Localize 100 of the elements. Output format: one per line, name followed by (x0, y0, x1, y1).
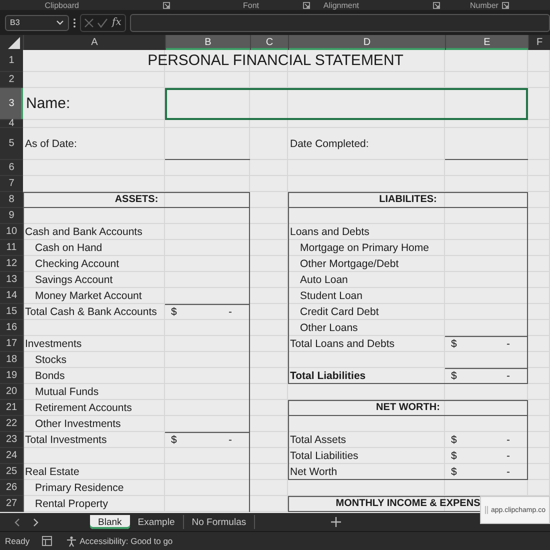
amount-value: - (228, 434, 232, 446)
row-header[interactable]: 3 (0, 88, 23, 120)
row-header[interactable]: 24 (0, 448, 23, 464)
currency-sign: $ (171, 306, 177, 318)
dialog-launcher-icon[interactable] (303, 2, 310, 9)
cell-text: Other Investments (34, 416, 122, 432)
input-cell[interactable] (165, 88, 528, 120)
cell-text: Cash on Hand (34, 240, 104, 256)
cell-text: Student Loan (299, 288, 364, 304)
amount-value: - (506, 450, 510, 462)
row-header[interactable]: 14 (0, 288, 23, 304)
section-header: MONTHLY INCOME & EXPENS (336, 498, 480, 510)
row-header[interactable]: 7 (0, 176, 23, 192)
name-box[interactable]: B3 (5, 14, 69, 31)
amount-value: - (228, 306, 232, 318)
ribbon-group-label: Alignment (323, 0, 359, 10)
cell-text: Loans and Debts (289, 224, 370, 240)
caret-icon (56, 20, 64, 26)
cell-text: Total Loans and Debts (289, 336, 396, 352)
currency-sign: $ (451, 338, 457, 350)
row-header[interactable]: 20 (0, 384, 23, 400)
formula-input[interactable] (130, 14, 550, 32)
row-header[interactable]: 17 (0, 336, 23, 352)
cell-text: Mutual Funds (34, 384, 100, 400)
cell-text: Date Completed: (289, 136, 370, 152)
column-header[interactable]: B (165, 34, 250, 50)
cell-text: Investments (24, 336, 83, 352)
ribbon-group-label: Number (470, 0, 498, 10)
more-icon[interactable] (73, 18, 76, 28)
row-header[interactable]: 9 (0, 208, 23, 224)
cell-text: Total Liabilities (289, 448, 360, 464)
currency-sign: $ (451, 450, 457, 462)
column-header[interactable]: E (445, 34, 528, 50)
cell-text: Other Loans (299, 320, 359, 336)
accessibility-icon[interactable] (66, 536, 77, 547)
row-header[interactable]: 13 (0, 272, 23, 288)
cell-text: Bonds (34, 368, 66, 384)
cell-text: Net Worth (289, 464, 338, 480)
row-header[interactable]: 10 (0, 224, 23, 240)
cell-text: Checking Account (34, 256, 120, 272)
currency-sign: $ (451, 466, 457, 478)
currency-sign: $ (171, 434, 177, 446)
cell-text: As of Date: (24, 136, 78, 152)
cell-text: Mortgage on Primary Home (299, 240, 430, 256)
dialog-launcher-icon[interactable] (502, 2, 510, 9)
cell-text: Total Investments (24, 432, 108, 448)
section-header: LIABILITES: (379, 194, 437, 206)
cell-text: Total Cash & Bank Accounts (24, 304, 158, 320)
row-header[interactable]: 25 (0, 464, 23, 480)
row-header[interactable]: 11 (0, 240, 23, 256)
sheet-title: PERSONAL FINANCIAL STATEMENT (146, 51, 404, 72)
column-header[interactable]: D (288, 34, 445, 50)
cell-text: Rental Property (34, 496, 109, 512)
sheet-tab[interactable]: Example (130, 515, 184, 530)
grip-icon (485, 506, 488, 514)
cell-text: Cash and Bank Accounts (24, 224, 144, 240)
dialog-launcher-icon[interactable] (163, 2, 170, 9)
triangle-icon (8, 36, 20, 49)
next-sheet-icon[interactable] (33, 518, 39, 527)
sheet-tab[interactable]: No Formulas (184, 515, 256, 530)
cell-text: Primary Residence (34, 480, 125, 496)
row-header[interactable]: 18 (0, 352, 23, 368)
ribbon-group-label: Clipboard (44, 0, 79, 10)
cancel-icon[interactable] (84, 18, 94, 28)
check-icon[interactable] (97, 18, 108, 28)
row-header[interactable]: 19 (0, 368, 23, 384)
row-header[interactable]: 23 (0, 432, 23, 448)
row-header[interactable]: 16 (0, 320, 23, 336)
previous-sheet-icon[interactable] (14, 518, 20, 527)
accessibility-status[interactable]: Accessibility: Good to go (80, 536, 173, 546)
add-sheet-icon[interactable] (331, 517, 342, 528)
cell-text: Other Mortgage/Debt (299, 256, 400, 272)
row-header[interactable]: 26 (0, 480, 23, 496)
cell-text: Total Liabilities (289, 368, 367, 384)
column-header[interactable]: C (250, 34, 288, 50)
row-header[interactable]: 6 (0, 160, 23, 176)
sheet-tab[interactable]: Blank (90, 515, 130, 530)
row-header[interactable]: 27 (0, 496, 23, 512)
insert-function-button[interactable]: fx (111, 17, 122, 28)
cell-text: Name: (25, 94, 72, 114)
ribbon-group-label: Font (242, 0, 259, 10)
cell-text: Stocks (34, 352, 68, 368)
row-header[interactable]: 21 (0, 400, 23, 416)
cell-text: Savings Account (34, 272, 114, 288)
row-header[interactable]: 5 (0, 128, 23, 160)
amount-value: - (506, 434, 510, 446)
sheet-icon[interactable] (42, 536, 52, 546)
row-header[interactable]: 22 (0, 416, 23, 432)
row-header[interactable]: 8 (0, 192, 23, 208)
row-header[interactable]: 2 (0, 72, 23, 88)
row-header[interactable]: 12 (0, 256, 23, 272)
row-header[interactable]: 1 (0, 50, 23, 72)
currency-sign: $ (451, 370, 457, 382)
cell-text: Credit Card Debt (299, 304, 380, 320)
amount-value: - (506, 370, 510, 382)
cell-text: Auto Loan (299, 272, 349, 288)
dialog-launcher-icon[interactable] (433, 2, 440, 9)
section-header: NET WORTH: (376, 402, 440, 414)
amount-value: - (506, 466, 510, 478)
row-header[interactable]: 15 (0, 304, 23, 320)
